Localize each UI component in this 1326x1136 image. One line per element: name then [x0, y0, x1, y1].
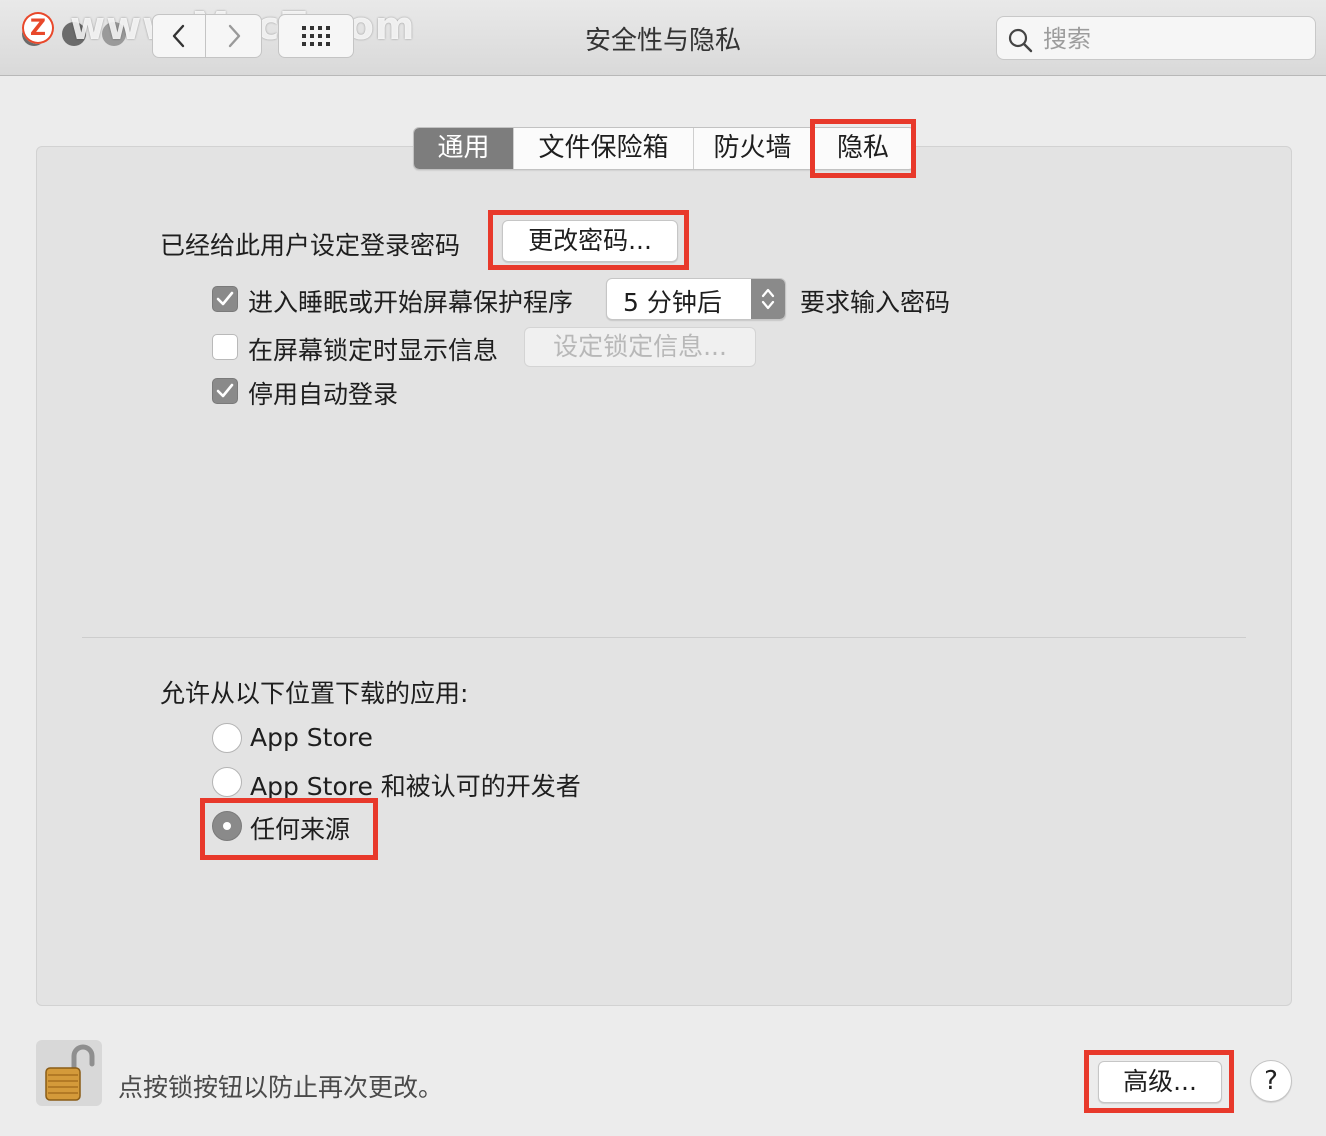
set-lock-message-button[interactable]: 设定锁定信息... — [524, 327, 756, 367]
tab-firewall[interactable]: 防火墙 — [694, 128, 812, 169]
require-password-label: 进入睡眠或开始屏幕保护程序 — [248, 288, 574, 317]
highlight-privacy-tab — [810, 119, 916, 178]
radio-app-store[interactable] — [212, 723, 242, 753]
lock-hint-text: 点按锁按钮以防止再次更改。 — [118, 1073, 444, 1102]
updown-arrows-icon — [751, 279, 785, 319]
checkmark-icon — [216, 383, 234, 398]
checkmark-icon — [216, 291, 234, 306]
password-delay-select[interactable]: 5 分钟后 — [606, 278, 786, 320]
show-message-checkbox[interactable] — [212, 334, 238, 360]
search-icon — [1008, 28, 1033, 53]
title-bar: Z www.MacZ.com 安全性与隐私 — [0, 0, 1326, 76]
highlight-change-password — [488, 210, 689, 270]
disable-auto-login-checkbox[interactable] — [212, 378, 238, 404]
show-message-label: 在屏幕锁定时显示信息 — [248, 336, 499, 365]
general-panel — [36, 146, 1292, 1006]
section-divider — [82, 637, 1246, 638]
require-password-suffix: 要求输入密码 — [800, 288, 951, 317]
radio-app-store-label: App Store — [250, 723, 373, 752]
unlocked-padlock-icon — [45, 1044, 95, 1101]
disable-auto-login-label: 停用自动登录 — [248, 380, 399, 409]
search-input[interactable] — [1041, 21, 1305, 57]
require-password-checkbox[interactable] — [212, 286, 238, 312]
lock-button[interactable] — [36, 1040, 102, 1106]
highlight-advanced — [1084, 1050, 1234, 1113]
tab-filevault[interactable]: 文件保险箱 — [514, 128, 694, 169]
password-set-label: 已经给此用户设定登录密码 — [160, 231, 461, 260]
radio-app-store-identified[interactable] — [212, 767, 242, 797]
search-field[interactable] — [996, 16, 1316, 60]
downloads-heading: 允许从以下位置下载的应用: — [160, 679, 469, 708]
password-delay-value: 5 分钟后 — [623, 288, 722, 317]
help-button[interactable]: ? — [1250, 1060, 1292, 1102]
tab-general[interactable]: 通用 — [414, 128, 514, 169]
highlight-anywhere — [200, 798, 378, 860]
